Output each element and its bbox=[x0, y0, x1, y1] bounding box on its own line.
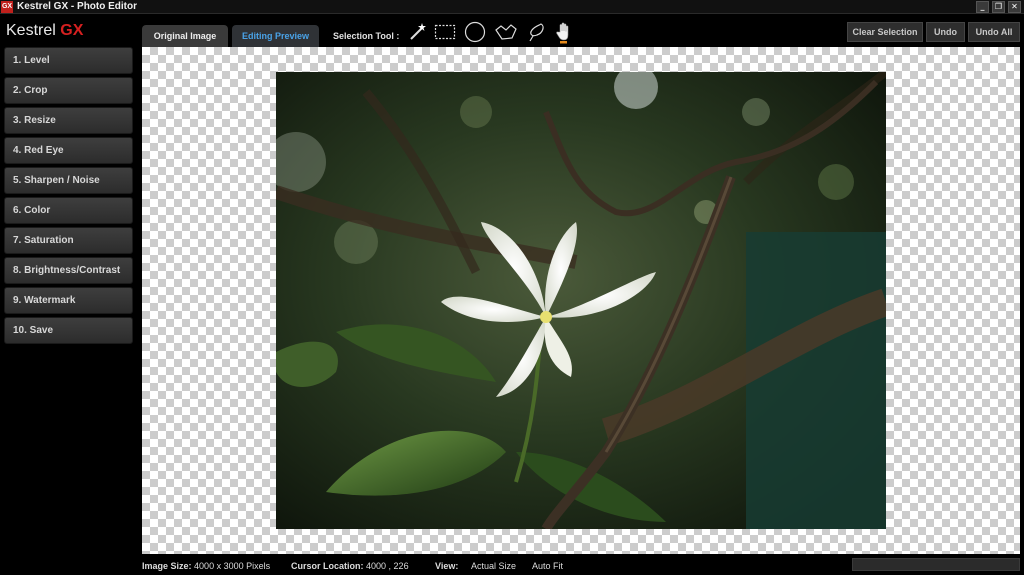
status-bar: Image Size: 4000 x 3000 Pixels Cursor Lo… bbox=[140, 556, 1024, 575]
magic-wand-icon[interactable] bbox=[407, 21, 429, 43]
menu-item-resize[interactable]: 3. Resize bbox=[4, 107, 133, 134]
undo-button[interactable]: Undo bbox=[926, 22, 965, 42]
polygon-lasso-icon[interactable] bbox=[494, 21, 517, 43]
app-icon: GX bbox=[1, 1, 13, 13]
logo-main: Kestrel bbox=[6, 22, 61, 39]
app-logo: Kestrel GX bbox=[6, 22, 83, 40]
view-label: View: bbox=[435, 561, 459, 571]
menu-item-level[interactable]: 1. Level bbox=[4, 47, 133, 74]
selection-tool-label: Selection Tool : bbox=[333, 31, 400, 41]
hand-pan-icon[interactable] bbox=[553, 21, 575, 44]
menu-item-brightness-contrast[interactable]: 8. Brightness/Contrast bbox=[4, 257, 133, 284]
window-title: Kestrel GX - Photo Editor bbox=[17, 1, 138, 12]
menu-item-red-eye[interactable]: 4. Red Eye bbox=[4, 137, 133, 164]
logo-accent: GX bbox=[60, 22, 84, 39]
tab-original-image[interactable]: Original Image bbox=[142, 25, 228, 47]
freehand-lasso-icon[interactable] bbox=[525, 21, 547, 43]
close-button[interactable]: ✕ bbox=[1008, 1, 1021, 13]
clear-selection-button[interactable]: Clear Selection bbox=[847, 22, 923, 42]
image-size-label: Image Size: bbox=[142, 561, 192, 571]
image-size-status: Image Size: 4000 x 3000 Pixels bbox=[142, 561, 270, 571]
image-size-value: 4000 x 3000 Pixels bbox=[194, 561, 271, 571]
menu-item-watermark[interactable]: 9. Watermark bbox=[4, 287, 133, 314]
cursor-location-value: 4000 , 226 bbox=[366, 561, 409, 571]
menu-item-saturation[interactable]: 7. Saturation bbox=[4, 227, 133, 254]
restore-button[interactable]: ❐ bbox=[992, 1, 1005, 13]
undo-all-button[interactable]: Undo All bbox=[968, 22, 1020, 42]
cursor-location-label: Cursor Location: bbox=[291, 561, 364, 571]
sidebar: Kestrel GX 1. Level 2. Crop 3. Resize 4.… bbox=[0, 15, 140, 560]
title-bar: GX Kestrel GX - Photo Editor _ ❐ ✕ bbox=[0, 0, 1024, 14]
step-menu: 1. Level 2. Crop 3. Resize 4. Red Eye 5.… bbox=[4, 47, 133, 347]
menu-item-crop[interactable]: 2. Crop bbox=[4, 77, 133, 104]
photo-illustration bbox=[276, 72, 886, 529]
toolbar: Original Image Editing Preview Selection… bbox=[140, 15, 1024, 47]
view-actual-size-link[interactable]: Actual Size bbox=[471, 561, 516, 571]
view-auto-fit-link[interactable]: Auto Fit bbox=[532, 561, 563, 571]
cursor-location-status: Cursor Location: 4000 , 226 bbox=[291, 561, 409, 571]
editing-canvas[interactable] bbox=[142, 47, 1020, 554]
ellipse-select-icon[interactable] bbox=[464, 21, 486, 43]
tab-editing-preview[interactable]: Editing Preview bbox=[232, 25, 319, 47]
menu-item-sharpen-noise[interactable]: 5. Sharpen / Noise bbox=[4, 167, 133, 194]
rectangle-select-icon[interactable] bbox=[434, 21, 456, 43]
flower-photo[interactable] bbox=[276, 72, 886, 529]
menu-item-color[interactable]: 6. Color bbox=[4, 197, 133, 224]
menu-item-save[interactable]: 10. Save bbox=[4, 317, 133, 344]
progress-bar bbox=[852, 558, 1020, 571]
window-controls: _ ❐ ✕ bbox=[976, 1, 1021, 13]
minimize-button[interactable]: _ bbox=[976, 1, 989, 13]
